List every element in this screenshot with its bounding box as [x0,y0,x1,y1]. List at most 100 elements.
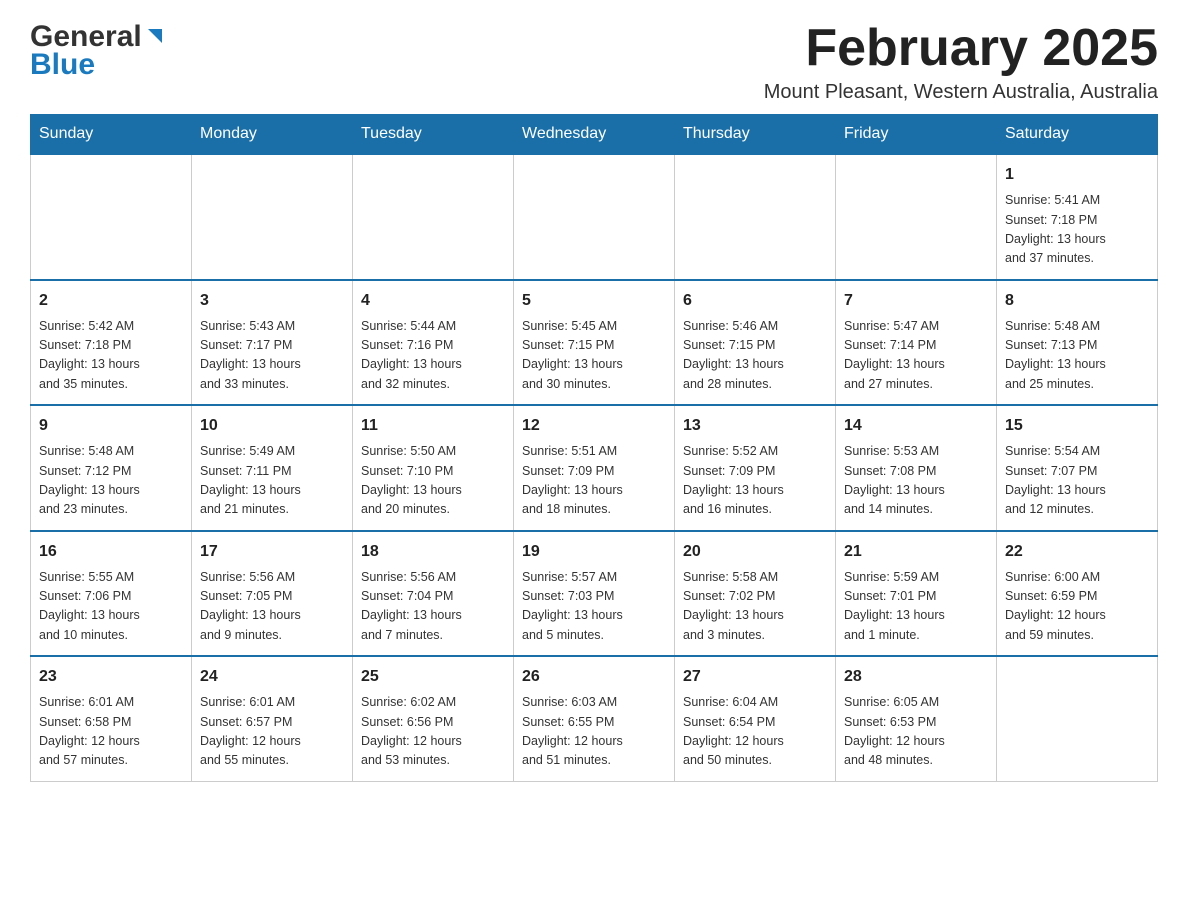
calendar-day-6: 6 Sunrise: 5:46 AM Sunset: 7:15 PM Daylig… [675,280,836,406]
day-info: Sunrise: 5:48 AM Sunset: 7:13 PM Dayligh… [1005,317,1149,395]
calendar-day-17: 17Sunrise: 5:56 AM Sunset: 7:05 PM Dayli… [192,531,353,657]
calendar-header-thursday: Thursday [675,115,836,155]
logo-triangle-icon [144,25,166,47]
day-number: 6 [683,289,827,313]
day-info: Sunrise: 6:04 AM Sunset: 6:54 PM Dayligh… [683,693,827,771]
day-info: Sunrise: 5:50 AM Sunset: 7:10 PM Dayligh… [361,442,505,520]
calendar-day-4: 4 Sunrise: 5:44 AM Sunset: 7:16 PM Daylig… [353,280,514,406]
day-info: Sunrise: 6:03 AM Sunset: 6:55 PM Dayligh… [522,693,666,771]
day-number: 27 [683,665,827,689]
day-number: 10 [200,414,344,438]
day-number: 1 [1005,163,1149,187]
day-number: 9 [39,414,183,438]
page-header: General Blue February 2025 Mount Pleasan… [30,20,1158,104]
day-info: Sunrise: 5:44 AM Sunset: 7:16 PM Dayligh… [361,317,505,395]
day-info: Sunrise: 5:46 AM Sunset: 7:15 PM Dayligh… [683,317,827,395]
day-number: 20 [683,540,827,564]
day-number: 21 [844,540,988,564]
calendar-day-11: 11 Sunrise: 5:50 AM Sunset: 7:10 PM Dayli… [353,405,514,531]
day-number: 8 [1005,289,1149,313]
day-number: 14 [844,414,988,438]
day-info: Sunrise: 5:48 AM Sunset: 7:12 PM Dayligh… [39,442,183,520]
day-number: 26 [522,665,666,689]
day-info: Sunrise: 6:01 AM Sunset: 6:57 PM Dayligh… [200,693,344,771]
day-info: Sunrise: 6:00 AM Sunset: 6:59 PM Dayligh… [1005,568,1149,646]
calendar-day-24: 24 Sunrise: 6:01 AM Sunset: 6:57 PM Dayli… [192,656,353,781]
calendar-header-sunday: Sunday [31,115,192,155]
calendar-day-7: 7 Sunrise: 5:47 AM Sunset: 7:14 PM Daylig… [836,280,997,406]
calendar-day-1: 1 Sunrise: 5:41 AM Sunset: 7:18 PM Daylig… [997,154,1158,280]
day-number: 25 [361,665,505,689]
calendar-empty-cell [997,656,1158,781]
calendar-day-27: 27 Sunrise: 6:04 AM Sunset: 6:54 PM Dayli… [675,656,836,781]
logo-blue-text: Blue [30,48,95,82]
day-info: Sunrise: 6:02 AM Sunset: 6:56 PM Dayligh… [361,693,505,771]
calendar-table: SundayMondayTuesdayWednesdayThursdayFrid… [30,114,1158,782]
day-info: Sunrise: 5:45 AM Sunset: 7:15 PM Dayligh… [522,317,666,395]
calendar-day-14: 14 Sunrise: 5:53 AM Sunset: 7:08 PM Dayli… [836,405,997,531]
calendar-day-20: 20 Sunrise: 5:58 AM Sunset: 7:02 PM Dayli… [675,531,836,657]
calendar-empty-cell [353,154,514,280]
calendar-day-23: 23 Sunrise: 6:01 AM Sunset: 6:58 PM Dayli… [31,656,192,781]
day-info: Sunrise: 5:53 AM Sunset: 7:08 PM Dayligh… [844,442,988,520]
location-title: Mount Pleasant, Western Australia, Austr… [764,81,1158,104]
calendar-day-12: 12 Sunrise: 5:51 AM Sunset: 7:09 PM Dayli… [514,405,675,531]
day-info: Sunrise: 5:56 AM Sunset: 7:05 PM Dayligh… [200,568,344,646]
calendar-day-16: 16 Sunrise: 5:55 AM Sunset: 7:06 PM Dayli… [31,531,192,657]
calendar-day-2: 2Sunrise: 5:42 AM Sunset: 7:18 PM Daylig… [31,280,192,406]
day-info: Sunrise: 5:57 AM Sunset: 7:03 PM Dayligh… [522,568,666,646]
calendar-header-monday: Monday [192,115,353,155]
day-info: Sunrise: 5:51 AM Sunset: 7:09 PM Dayligh… [522,442,666,520]
calendar-week-row: 23 Sunrise: 6:01 AM Sunset: 6:58 PM Dayli… [31,656,1158,781]
calendar-day-28: 28Sunrise: 6:05 AM Sunset: 6:53 PM Dayli… [836,656,997,781]
calendar-day-21: 21 Sunrise: 5:59 AM Sunset: 7:01 PM Dayli… [836,531,997,657]
title-section: February 2025 Mount Pleasant, Western Au… [764,20,1158,104]
calendar-empty-cell [192,154,353,280]
day-number: 2 [39,289,183,313]
calendar-empty-cell [836,154,997,280]
calendar-day-25: 25 Sunrise: 6:02 AM Sunset: 6:56 PM Dayli… [353,656,514,781]
calendar-header: SundayMondayTuesdayWednesdayThursdayFrid… [31,115,1158,155]
calendar-header-friday: Friday [836,115,997,155]
day-number: 28 [844,665,988,689]
day-number: 19 [522,540,666,564]
day-number: 4 [361,289,505,313]
calendar-body: 1 Sunrise: 5:41 AM Sunset: 7:18 PM Daylig… [31,154,1158,781]
day-number: 16 [39,540,183,564]
day-info: Sunrise: 5:55 AM Sunset: 7:06 PM Dayligh… [39,568,183,646]
calendar-week-row: 9 Sunrise: 5:48 AM Sunset: 7:12 PM Daylig… [31,405,1158,531]
calendar-day-22: 22 Sunrise: 6:00 AM Sunset: 6:59 PM Dayli… [997,531,1158,657]
day-number: 24 [200,665,344,689]
calendar-day-5: 5 Sunrise: 5:45 AM Sunset: 7:15 PM Daylig… [514,280,675,406]
calendar-header-saturday: Saturday [997,115,1158,155]
calendar-day-15: 15 Sunrise: 5:54 AM Sunset: 7:07 PM Dayli… [997,405,1158,531]
calendar-day-9: 9 Sunrise: 5:48 AM Sunset: 7:12 PM Daylig… [31,405,192,531]
day-number: 23 [39,665,183,689]
day-number: 7 [844,289,988,313]
calendar-week-row: 2Sunrise: 5:42 AM Sunset: 7:18 PM Daylig… [31,280,1158,406]
calendar-day-26: 26 Sunrise: 6:03 AM Sunset: 6:55 PM Dayli… [514,656,675,781]
calendar-header-wednesday: Wednesday [514,115,675,155]
day-number: 3 [200,289,344,313]
day-number: 11 [361,414,505,438]
day-number: 22 [1005,540,1149,564]
calendar-day-3: 3Sunrise: 5:43 AM Sunset: 7:17 PM Daylig… [192,280,353,406]
calendar-empty-cell [514,154,675,280]
day-number: 13 [683,414,827,438]
month-title: February 2025 [764,20,1158,77]
day-info: Sunrise: 5:54 AM Sunset: 7:07 PM Dayligh… [1005,442,1149,520]
day-info: Sunrise: 5:58 AM Sunset: 7:02 PM Dayligh… [683,568,827,646]
day-info: Sunrise: 5:49 AM Sunset: 7:11 PM Dayligh… [200,442,344,520]
calendar-empty-cell [31,154,192,280]
calendar-day-13: 13 Sunrise: 5:52 AM Sunset: 7:09 PM Dayli… [675,405,836,531]
day-info: Sunrise: 5:52 AM Sunset: 7:09 PM Dayligh… [683,442,827,520]
day-info: Sunrise: 5:47 AM Sunset: 7:14 PM Dayligh… [844,317,988,395]
day-number: 5 [522,289,666,313]
calendar-header-tuesday: Tuesday [353,115,514,155]
day-info: Sunrise: 5:59 AM Sunset: 7:01 PM Dayligh… [844,568,988,646]
day-number: 15 [1005,414,1149,438]
day-number: 12 [522,414,666,438]
day-info: Sunrise: 6:01 AM Sunset: 6:58 PM Dayligh… [39,693,183,771]
day-info: Sunrise: 5:41 AM Sunset: 7:18 PM Dayligh… [1005,191,1149,269]
calendar-day-10: 10 Sunrise: 5:49 AM Sunset: 7:11 PM Dayli… [192,405,353,531]
